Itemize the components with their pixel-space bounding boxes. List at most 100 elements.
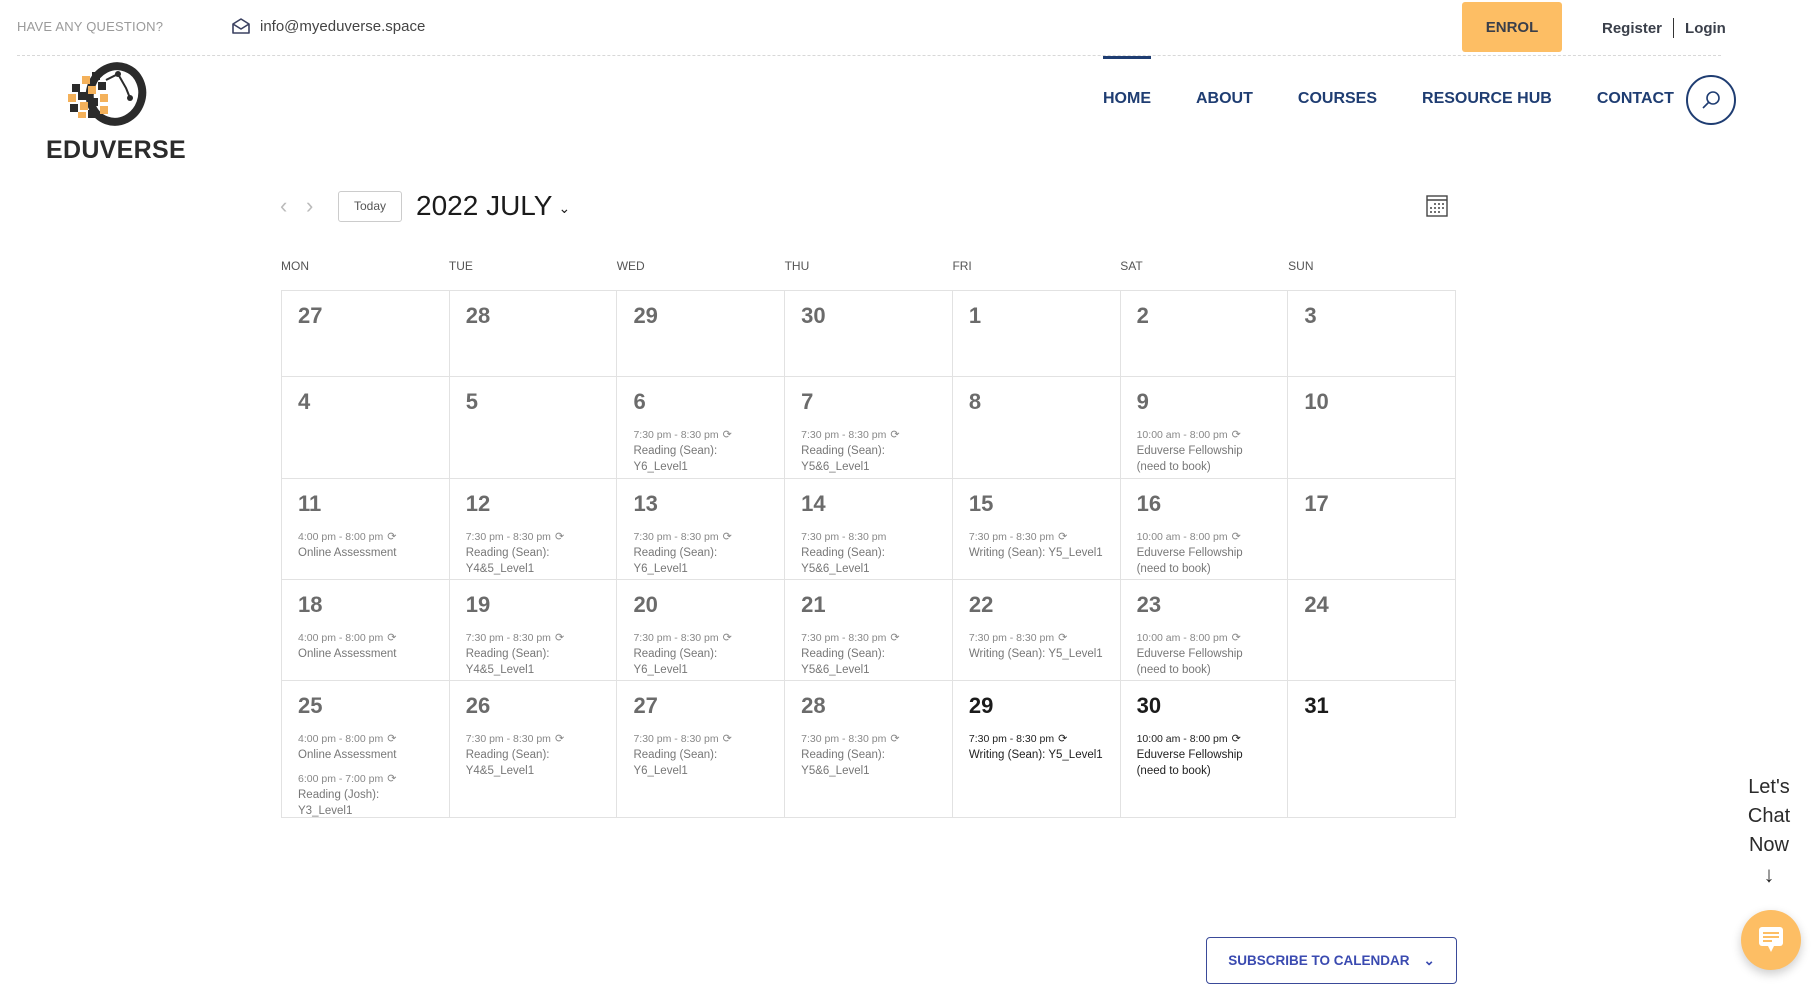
search-button[interactable] [1686, 75, 1736, 125]
calendar-event[interactable]: 7:30 pm - 8:30 pm ⟳ Reading (Sean): Y4&5_L… [466, 731, 601, 779]
calendar-event[interactable]: 7:30 pm - 8:30 pm ⟳ Reading (Sean): Y6_Lev… [633, 630, 768, 678]
day-cell[interactable]: 11 4:00 pm - 8:00 pm ⟳ Online Assessment [282, 479, 450, 580]
email-link[interactable]: info@myeduverse.space [231, 17, 425, 35]
day-number: 13 [633, 491, 658, 516]
chat-prompt: Let's Chat Now ↓ [1736, 773, 1802, 889]
calendar-event[interactable]: 7:30 pm - 8:30 pm Reading (Sean): Y5&6_Le… [801, 529, 936, 577]
day-cell[interactable]: 18 4:00 pm - 8:00 pm ⟳ Online Assessment [282, 580, 450, 681]
nav-resource-hub[interactable]: RESOURCE HUB [1422, 90, 1552, 108]
calendar-event[interactable]: 7:30 pm - 8:30 pm ⟳ Reading (Sean): Y6_Lev… [633, 427, 768, 475]
day-cell[interactable]: 30 [785, 291, 953, 377]
calendar-event[interactable]: 7:30 pm - 8:30 pm ⟳ Reading (Sean): Y5&6_L… [801, 731, 936, 779]
recurring-icon: ⟳ [554, 531, 565, 543]
recurring-icon: ⟳ [1231, 531, 1241, 543]
calendar-event[interactable]: 7:30 pm - 8:30 pm ⟳ Writing (Sean): Y5_Lev… [969, 630, 1104, 662]
calendar-event[interactable]: 10:00 am - 8:00 pm ⟳ Eduverse Fellowship (… [1137, 731, 1272, 779]
day-cell[interactable]: 6 7:30 pm - 8:30 pm ⟳ Reading (Sean): Y6_Le… [617, 377, 786, 479]
event-title: Eduverse Fellowship (need to book) [1136, 445, 1243, 473]
day-cell[interactable]: 22 7:30 pm - 8:30 pm ⟳ Writing (Sean): Y5_L… [952, 580, 1121, 681]
calendar-view-icon[interactable] [1426, 195, 1448, 217]
day-cell[interactable]: 27 [282, 291, 450, 377]
recurring-icon: ⟳ [1231, 429, 1241, 441]
event-title: Reading (Sean): Y4&5_Level1 [465, 547, 550, 575]
day-cell[interactable]: 17 [1288, 479, 1457, 580]
calendar-event[interactable]: 7:30 pm - 8:30 pm ⟳ Reading (Sean): Y6_Lev… [633, 529, 768, 577]
event-title: Online Assessment [298, 547, 397, 559]
calendar-event[interactable]: 7:30 pm - 8:30 pm ⟳ Writing (Sean): Y5_Lev… [969, 529, 1104, 561]
day-cell[interactable]: 26 7:30 pm - 8:30 pm ⟳ Reading (Sean): Y4&5… [449, 681, 618, 818]
month-picker[interactable]: 2022 JULY ⌄ [416, 190, 570, 222]
day-cell[interactable]: 28 [449, 291, 618, 377]
event-time: 7:30 pm - 8:30 pm [801, 733, 887, 745]
day-cell[interactable]: 28 7:30 pm - 8:30 pm ⟳ Reading (Sean): Y5&6… [785, 681, 953, 818]
login-link[interactable]: Login [1685, 20, 1726, 37]
calendar-event[interactable]: 6:00 pm - 7:00 pm ⟳ Reading (Josh): Y3_Lev… [298, 771, 433, 819]
day-cell[interactable]: 19 7:30 pm - 8:30 pm ⟳ Reading (Sean): Y4&5… [449, 580, 618, 681]
day-cell[interactable]: 1 [952, 291, 1121, 377]
day-number: 9 [1136, 389, 1149, 414]
month-label: 2022 JULY [416, 190, 553, 221]
day-cell[interactable]: 24 [1288, 580, 1457, 681]
day-number: 4 [298, 389, 311, 414]
recurring-icon: ⟳ [554, 733, 565, 745]
day-cell[interactable]: 2 [1120, 291, 1289, 377]
chevron-down-icon: ⌄ [1423, 952, 1435, 968]
day-cell[interactable]: 15 7:30 pm - 8:30 pm ⟳ Writing (Sean): Y5_L… [952, 479, 1121, 580]
day-cell[interactable]: 25 4:00 pm - 8:00 pm ⟳ Online Assessment 6:0… [282, 681, 450, 818]
day-number: 20 [633, 592, 658, 617]
calendar-event[interactable]: 10:00 am - 8:00 pm ⟳ Eduverse Fellowship (… [1137, 630, 1272, 678]
day-number: 19 [465, 592, 491, 617]
event-time: 4:00 pm - 8:00 pm [298, 632, 384, 644]
nav-contact[interactable]: CONTACT [1597, 90, 1674, 108]
calendar-event[interactable]: 7:30 pm - 8:30 pm ⟳ Reading (Sean): Y6_Lev… [633, 731, 768, 779]
day-cell[interactable]: 23 10:00 am - 8:00 pm ⟳ Eduverse Fellowship… [1120, 580, 1289, 681]
nav-about[interactable]: ABOUT [1196, 90, 1253, 108]
day-cell[interactable]: 30 10:00 am - 8:00 pm ⟳ Eduverse Fellowship… [1120, 681, 1289, 818]
calendar-event[interactable]: 4:00 pm - 8:00 pm ⟳ Online Assessment [298, 529, 433, 561]
day-cell[interactable]: 14 7:30 pm - 8:30 pm Reading (Sean): Y5&6_… [785, 479, 953, 580]
question-label: HAVE ANY QUESTION? [17, 19, 164, 34]
month-grid: 27 28 29 30 1 2 3 4 5 6 7:30 pm - 8:30 pm ⟳ Reading … [281, 290, 1457, 818]
day-cell[interactable]: 29 [617, 291, 786, 377]
event-title: Reading (Sean): Y6_Level1 [633, 749, 718, 777]
subscribe-calendar-button[interactable]: SUBSCRIBE TO CALENDAR ⌄ [1206, 937, 1457, 984]
calendar-event[interactable]: 7:30 pm - 8:30 pm ⟳ Reading (Sean): Y4&5_L… [466, 630, 601, 678]
day-cell[interactable]: 31 [1288, 681, 1457, 818]
day-cell[interactable]: 9 10:00 am - 8:00 pm ⟳ Eduverse Fellowship … [1120, 377, 1289, 479]
calendar-event[interactable]: 4:00 pm - 8:00 pm ⟳ Online Assessment [298, 630, 433, 662]
today-button[interactable]: Today [338, 190, 402, 222]
week-row: 11 4:00 pm - 8:00 pm ⟳ Online Assessment 12 7… [282, 479, 1457, 580]
chat-button[interactable] [1741, 910, 1801, 970]
register-link[interactable]: Register [1602, 20, 1662, 37]
day-cell[interactable]: 16 10:00 am - 8:00 pm ⟳ Eduverse Fellowship… [1120, 479, 1289, 580]
day-cell[interactable]: 7 7:30 pm - 8:30 pm ⟳ Reading (Sean): Y5&6_… [785, 377, 953, 479]
calendar-event[interactable]: 7:30 pm - 8:30 pm ⟳ Reading (Sean): Y5&6_L… [801, 630, 936, 678]
day-cell[interactable]: 3 [1288, 291, 1457, 377]
day-cell[interactable]: 5 [449, 377, 618, 479]
day-cell[interactable]: 29 7:30 pm - 8:30 pm ⟳ Writing (Sean): Y5_L… [952, 681, 1121, 818]
day-cell[interactable]: 8 [952, 377, 1121, 479]
day-cell[interactable]: 12 7:30 pm - 8:30 pm ⟳ Reading (Sean): Y4&5… [449, 479, 618, 580]
day-cell[interactable]: 13 7:30 pm - 8:30 pm ⟳ Reading (Sean): Y6_L… [617, 479, 786, 580]
day-cell[interactable]: 20 7:30 pm - 8:30 pm ⟳ Reading (Sean): Y6_L… [617, 580, 786, 681]
weekday-label: MON [281, 259, 309, 273]
nav-home[interactable]: HOME [1103, 56, 1151, 108]
week-row: 25 4:00 pm - 8:00 pm ⟳ Online Assessment 6:0… [282, 681, 1457, 818]
day-cell[interactable]: 4 [282, 377, 450, 479]
day-cell[interactable]: 21 7:30 pm - 8:30 pm ⟳ Reading (Sean): Y5&6… [785, 580, 953, 681]
day-number: 1 [968, 303, 982, 328]
calendar-event[interactable]: 10:00 am - 8:00 pm ⟳ Eduverse Fellowship (… [1137, 427, 1272, 475]
day-cell[interactable]: 27 7:30 pm - 8:30 pm ⟳ Reading (Sean): Y6_L… [617, 681, 786, 818]
chat-line: Chat [1747, 805, 1791, 827]
prev-month-button[interactable]: ‹ [280, 193, 306, 219]
enrol-button[interactable]: ENROL [1462, 2, 1562, 52]
nav-courses[interactable]: COURSES [1298, 90, 1377, 108]
day-cell[interactable]: 10 [1288, 377, 1457, 479]
day-number: 27 [633, 693, 658, 718]
calendar-event[interactable]: 7:30 pm - 8:30 pm ⟳ Writing (Sean): Y5_Lev… [969, 731, 1104, 763]
calendar-event[interactable]: 7:30 pm - 8:30 pm ⟳ Reading (Sean): Y4&5_L… [466, 529, 601, 577]
calendar-event[interactable]: 7:30 pm - 8:30 pm ⟳ Reading (Sean): Y5&6_L… [801, 427, 936, 475]
calendar-event[interactable]: 10:00 am - 8:00 pm ⟳ Eduverse Fellowship (… [1137, 529, 1272, 577]
next-month-button[interactable]: › [306, 193, 332, 219]
calendar-event[interactable]: 4:00 pm - 8:00 pm ⟳ Online Assessment [298, 731, 433, 763]
